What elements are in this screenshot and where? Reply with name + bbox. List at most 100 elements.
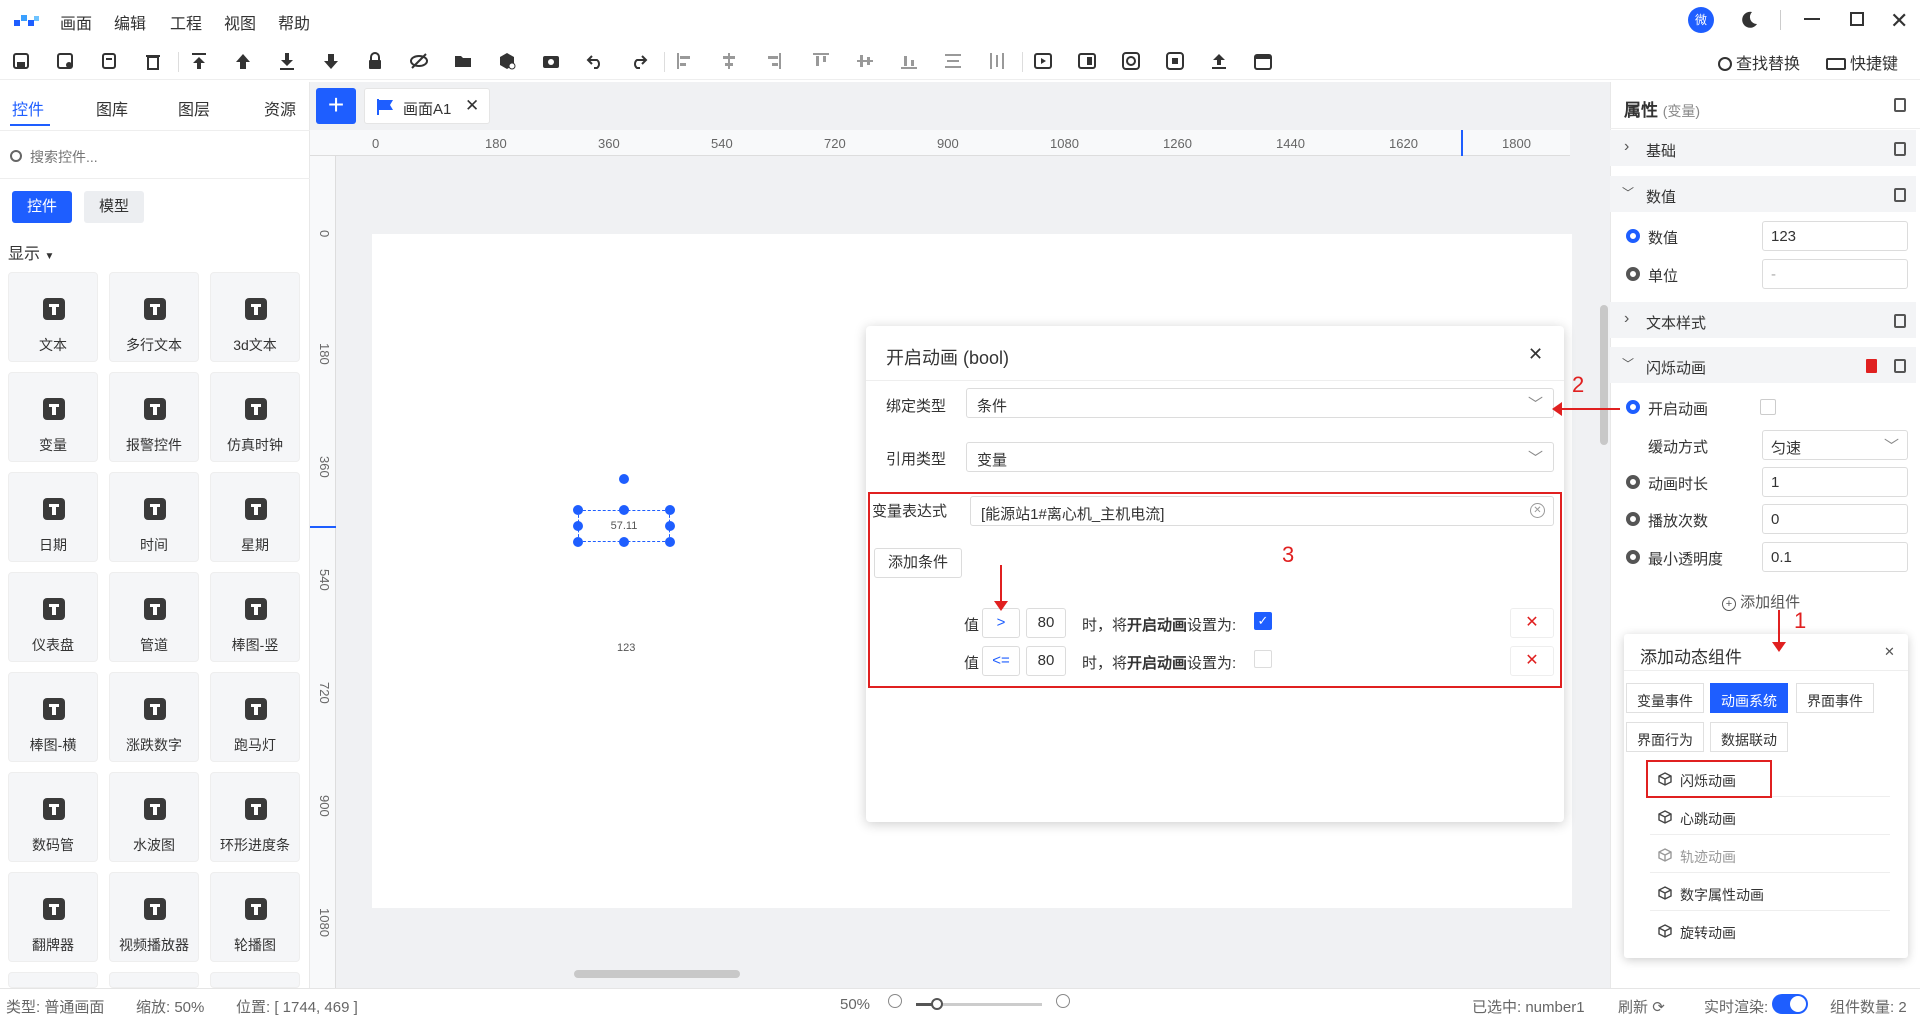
vertical-scrollbar[interactable] xyxy=(1600,305,1608,445)
resize-handle[interactable] xyxy=(665,521,675,531)
resize-handle[interactable] xyxy=(619,537,629,547)
control-tile[interactable]: 环形进度条 xyxy=(210,772,300,862)
screenshot-icon[interactable] xyxy=(538,48,564,74)
radio-duration[interactable] xyxy=(1626,475,1640,489)
realtime-toggle[interactable] xyxy=(1772,994,1808,1014)
horizontal-scrollbar[interactable] xyxy=(574,970,740,978)
search-input[interactable] xyxy=(30,144,290,170)
upload-icon[interactable] xyxy=(1206,48,1232,74)
control-tile[interactable] xyxy=(210,972,300,988)
control-tile[interactable]: 3d文本 xyxy=(210,272,300,362)
control-search[interactable] xyxy=(0,140,310,174)
copy-icon[interactable] xyxy=(1894,359,1906,373)
align-bottom-icon[interactable] xyxy=(896,48,922,74)
menu-project[interactable]: 工程 xyxy=(170,10,202,34)
control-tile[interactable]: 翻牌器 xyxy=(8,872,98,962)
item-number-property-animation[interactable]: 数字属性动画 xyxy=(1650,875,1890,911)
tab-data-linkage[interactable]: 数据联动 xyxy=(1710,722,1788,752)
control-tile[interactable]: 时间 xyxy=(109,472,199,562)
section-blink[interactable]: ﹀ 闪烁动画 xyxy=(1610,347,1916,383)
copy-icon[interactable] xyxy=(1894,98,1906,112)
item-heartbeat-animation[interactable]: 心跳动画 xyxy=(1650,799,1890,835)
copy-icon[interactable] xyxy=(96,48,122,74)
control-tile[interactable]: 棒图-竖 xyxy=(210,572,300,662)
menu-help[interactable]: 帮助 xyxy=(278,10,310,34)
user-avatar[interactable]: 微 xyxy=(1688,7,1714,33)
move-up-icon[interactable] xyxy=(230,48,256,74)
radio-enable-animation[interactable] xyxy=(1626,400,1640,414)
subtab-models[interactable]: 模型 xyxy=(84,191,144,223)
tab-layers[interactable]: 图层 xyxy=(178,96,210,120)
radio-min-opacity[interactable] xyxy=(1626,550,1640,564)
refresh-icon[interactable] xyxy=(1118,48,1144,74)
align-top-icon[interactable] xyxy=(808,48,834,74)
control-tile[interactable]: 多行文本 xyxy=(109,272,199,362)
copy-icon[interactable] xyxy=(1894,188,1906,202)
maximize-icon[interactable] xyxy=(1850,12,1864,26)
subtab-controls[interactable]: 控件 xyxy=(12,191,72,223)
tab-huamian-a1[interactable]: 画面A1 ✕ xyxy=(364,88,490,124)
ref-type-select[interactable]: 变量 ﹀ xyxy=(966,442,1554,472)
shortcut-button[interactable]: 快捷键 xyxy=(1826,50,1898,74)
resize-handle[interactable] xyxy=(573,537,583,547)
align-center-h-icon[interactable] xyxy=(716,48,742,74)
dark-mode-icon[interactable] xyxy=(1738,9,1760,31)
align-right-icon[interactable] xyxy=(760,48,786,74)
control-tile[interactable]: 仪表盘 xyxy=(8,572,98,662)
radio-unit[interactable] xyxy=(1626,267,1640,281)
menu-view[interactable]: 视图 xyxy=(224,10,256,34)
resize-handle[interactable] xyxy=(573,505,583,515)
section-text-style[interactable]: › 文本样式 xyxy=(1610,302,1916,338)
control-tile[interactable] xyxy=(109,972,199,988)
control-tile[interactable]: 星期 xyxy=(210,472,300,562)
rotate-handle[interactable] xyxy=(619,474,629,484)
zoom-in-icon[interactable] xyxy=(1056,994,1070,1008)
ease-select[interactable]: 匀速 ﹀ xyxy=(1762,430,1908,460)
calendar-icon[interactable] xyxy=(1250,48,1276,74)
control-tile[interactable]: 水波图 xyxy=(109,772,199,862)
add-tab-button[interactable]: + xyxy=(316,88,356,124)
item-track-animation[interactable]: 轨迹动画 xyxy=(1650,837,1890,873)
bind-type-select[interactable]: 条件 ﹀ xyxy=(966,388,1554,418)
tab-ui-event[interactable]: 界面事件 xyxy=(1796,683,1874,713)
lock-icon[interactable] xyxy=(362,48,388,74)
minimize-icon[interactable] xyxy=(1804,18,1820,20)
save-as-icon[interactable] xyxy=(52,48,78,74)
copy-icon[interactable] xyxy=(1894,142,1906,156)
component-add-icon[interactable] xyxy=(494,48,520,74)
resize-handle[interactable] xyxy=(665,537,675,547)
zoom-out-icon[interactable] xyxy=(888,994,902,1008)
control-tile[interactable]: 涨跌数字 xyxy=(109,672,199,762)
save-icon[interactable] xyxy=(8,48,34,74)
undo-icon[interactable] xyxy=(582,48,608,74)
radio-value[interactable] xyxy=(1626,229,1640,243)
close-icon[interactable]: ✕ xyxy=(1890,8,1908,34)
value-input[interactable]: 123 xyxy=(1762,221,1908,251)
redo-icon[interactable] xyxy=(626,48,652,74)
record-icon[interactable] xyxy=(1162,48,1188,74)
layout-icon[interactable] xyxy=(1074,48,1100,74)
control-tile[interactable]: 日期 xyxy=(8,472,98,562)
distribute-v-icon[interactable] xyxy=(984,48,1010,74)
unit-input[interactable]: - xyxy=(1762,259,1908,289)
duration-input[interactable]: 1 xyxy=(1762,467,1908,497)
move-down-icon[interactable] xyxy=(318,48,344,74)
control-tile[interactable]: 报警控件 xyxy=(109,372,199,462)
item-rotate-animation[interactable]: 旋转动画 xyxy=(1650,913,1890,949)
control-tile[interactable]: 视频播放器 xyxy=(109,872,199,962)
enable-animation-checkbox[interactable] xyxy=(1760,399,1776,415)
control-tile[interactable]: 变量 xyxy=(8,372,98,462)
bring-to-bottom-icon[interactable] xyxy=(274,48,300,74)
tab-ui-behavior[interactable]: 界面行为 xyxy=(1626,722,1704,752)
trash-icon[interactable] xyxy=(1866,359,1877,373)
control-tile[interactable]: 文本 xyxy=(8,272,98,362)
copy-icon[interactable] xyxy=(1894,314,1906,328)
tab-resources[interactable]: 资源 xyxy=(264,96,296,120)
resize-handle[interactable] xyxy=(619,505,629,515)
control-tile[interactable]: 管道 xyxy=(109,572,199,662)
control-tile[interactable]: 轮播图 xyxy=(210,872,300,962)
tab-gallery[interactable]: 图库 xyxy=(96,96,128,120)
min-opacity-input[interactable]: 0.1 xyxy=(1762,542,1908,572)
align-middle-icon[interactable] xyxy=(852,48,878,74)
control-tile[interactable]: 仿真时钟 xyxy=(210,372,300,462)
